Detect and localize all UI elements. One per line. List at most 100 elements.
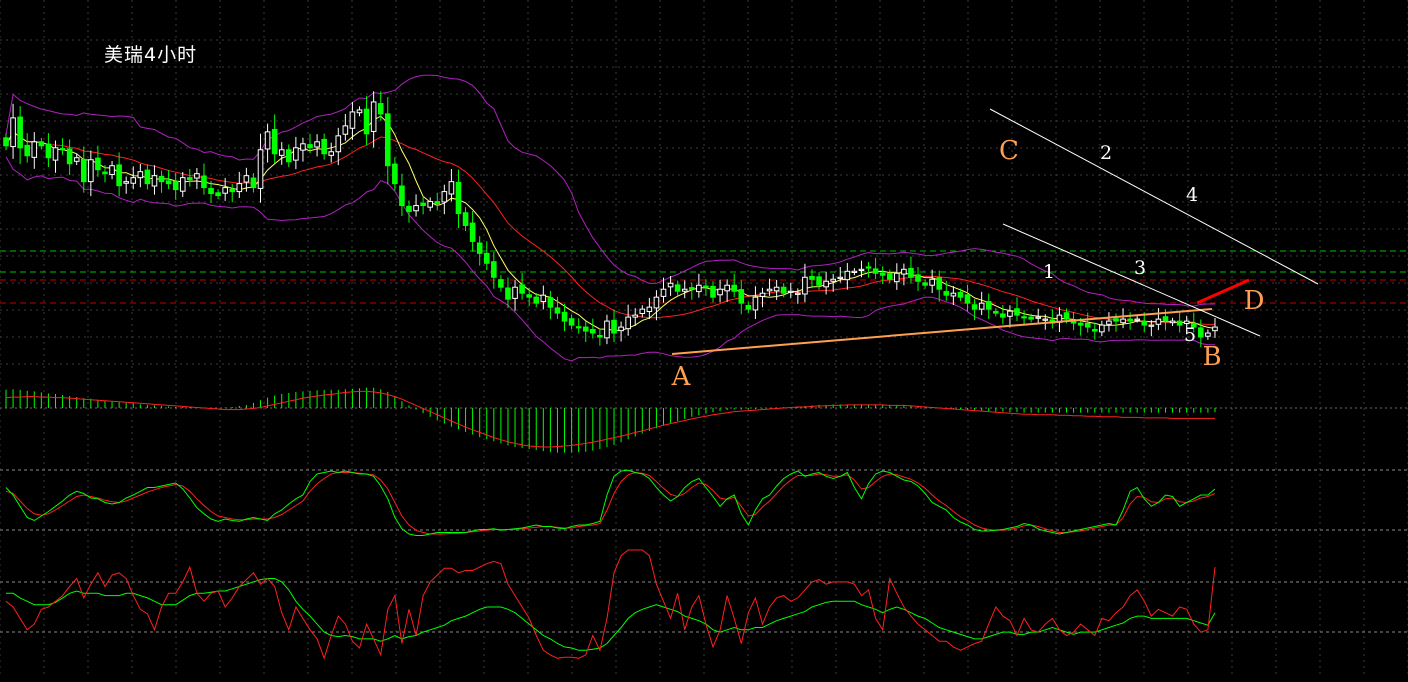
candle-bear	[886, 273, 893, 280]
candle-bull	[1205, 332, 1211, 337]
chart-svg: A B C D 1 2 3 4 5	[0, 0, 1408, 678]
candle-bull	[427, 201, 433, 208]
candle-bull	[31, 141, 38, 158]
candle-bull	[1212, 326, 1218, 332]
candle-bull	[646, 306, 653, 313]
candle-bull	[618, 326, 624, 332]
candle-bear	[321, 138, 327, 155]
candle-bull	[1120, 318, 1126, 324]
candle-bear	[575, 326, 582, 329]
candle-bull	[448, 181, 455, 195]
candle-bear	[816, 276, 822, 286]
candle-bull	[1155, 318, 1162, 325]
candle-bear	[476, 242, 483, 254]
candle-bull	[632, 314, 639, 318]
candle-bull	[660, 288, 667, 297]
candle-bear	[24, 144, 31, 157]
candle-bear	[703, 285, 709, 288]
candle-bear	[229, 188, 236, 193]
candle-bear	[420, 202, 426, 207]
candle-bear	[469, 222, 476, 242]
candle-bear	[519, 284, 525, 294]
candle-bear	[568, 318, 575, 326]
candle-bull	[837, 276, 844, 279]
candle-bear	[936, 277, 943, 290]
candle-bull	[73, 157, 80, 162]
candle-bull	[257, 149, 264, 189]
candle-bear	[1084, 322, 1091, 328]
candle-bear	[872, 268, 879, 274]
candle-bear	[745, 305, 752, 310]
candle-bull	[413, 205, 419, 212]
candle-bear	[17, 116, 23, 149]
candle-bear	[809, 275, 815, 280]
candle-bull	[653, 296, 660, 309]
candle-bear	[95, 157, 101, 171]
candle-bull	[696, 284, 702, 293]
candle-bear	[1113, 318, 1119, 322]
candle-bear	[865, 266, 872, 269]
label-point-c: C	[999, 136, 1019, 166]
candle-bear	[158, 175, 165, 183]
candle-bull	[1134, 318, 1141, 321]
candle-bear	[738, 289, 745, 304]
candle-bull	[823, 280, 829, 288]
candle-bear	[38, 141, 45, 147]
candle-bull	[278, 149, 285, 156]
candle-bull	[1106, 320, 1112, 325]
candle-bear	[406, 205, 412, 213]
candle-bear	[971, 304, 978, 310]
candle-bull	[264, 131, 271, 150]
chart-root: 美瑞4小时 A B C D 1 2 3 4 5	[0, 0, 1408, 678]
candle-bull	[130, 177, 137, 184]
candle-bear	[526, 294, 532, 298]
candle-bull	[795, 292, 801, 295]
candle-bear	[780, 286, 787, 294]
label-point-d: D	[1244, 286, 1265, 316]
label-point-a: A	[671, 362, 692, 392]
candle-bull	[639, 308, 646, 315]
candle-bull	[759, 292, 766, 297]
candle-bull	[901, 268, 907, 275]
candle-bear	[561, 311, 568, 322]
candle-bear	[116, 164, 122, 187]
candle-bear	[922, 282, 928, 286]
candle-bull	[858, 268, 865, 271]
candle-bear	[533, 296, 540, 304]
candle-bull	[773, 286, 780, 292]
candle-bull	[10, 117, 16, 148]
candle-bear	[144, 169, 151, 185]
candle-bear	[1198, 327, 1204, 338]
label-wave-4: 4	[1186, 184, 1198, 206]
label-wave-1: 1	[1043, 261, 1055, 283]
label-wave-2: 2	[1100, 142, 1112, 164]
candle-bull	[370, 101, 377, 132]
candle-bear	[957, 291, 964, 298]
candle-bull	[151, 175, 158, 187]
candle-bull	[802, 276, 808, 295]
candle-bull	[335, 135, 342, 153]
candle-bear	[710, 285, 716, 298]
candle-bull	[929, 278, 935, 286]
candle-bull	[137, 171, 144, 179]
candle-bear	[201, 175, 207, 189]
candle-bear	[215, 192, 221, 197]
candle-bear	[307, 144, 313, 149]
candle-bull	[1148, 324, 1155, 327]
candle-bear	[554, 307, 561, 314]
candle-bull	[894, 272, 900, 283]
candle-bull	[342, 125, 349, 135]
candle-bull	[52, 147, 59, 161]
candle-bull	[1099, 324, 1105, 333]
candle-bull	[1169, 320, 1176, 324]
candle-bear	[993, 311, 999, 314]
candle-bear	[731, 284, 738, 292]
candle-bear	[582, 326, 589, 332]
candle-bull	[243, 175, 250, 183]
candle-bull	[681, 288, 688, 292]
label-wave-5: 5	[1184, 324, 1196, 346]
candle-bear	[1141, 320, 1148, 326]
candle-bull	[978, 302, 985, 310]
candle-bear	[384, 113, 391, 167]
candle-bear	[434, 201, 441, 205]
